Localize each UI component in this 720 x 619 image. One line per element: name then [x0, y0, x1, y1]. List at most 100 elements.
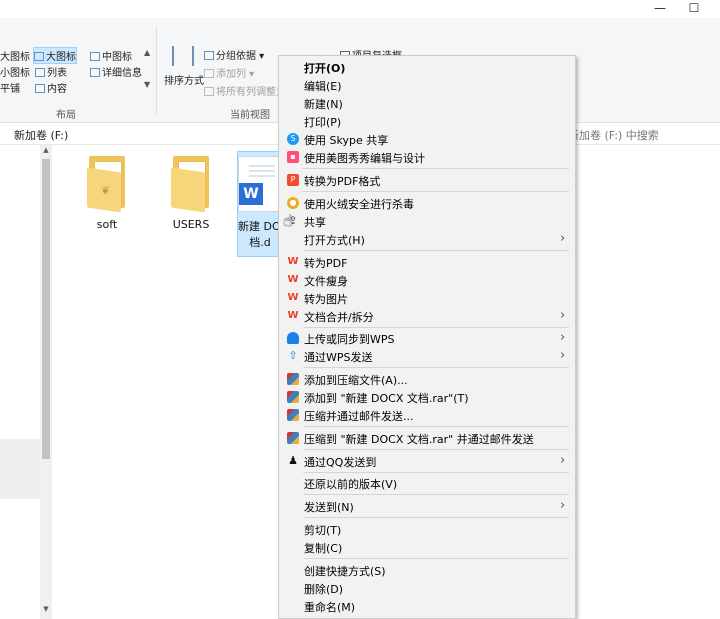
chevron-right-icon: ›: [560, 453, 566, 468]
menu-add-to-rar[interactable]: 添加到 "新建 DOCX 文档.rar"(T): [279, 388, 575, 406]
file-item-new-docx[interactable]: W 新建 DOC 档.d: [237, 151, 283, 257]
menu-separator: [303, 250, 569, 251]
menu-convert-pdf-format[interactable]: P 转换为PDF格式: [279, 171, 575, 189]
menu-wps-to-pdf[interactable]: W 转为PDF: [279, 253, 575, 271]
layout-details[interactable]: 详细信息: [90, 64, 142, 79]
menu-share[interactable]: ⇪ 共享: [279, 212, 575, 230]
content-icon: [35, 84, 45, 93]
winrar-icon: [287, 432, 299, 444]
wps-icon: W: [287, 256, 299, 267]
meitu-icon: ▪: [287, 151, 299, 163]
add-column-button[interactable]: 添加列 ▾: [204, 65, 254, 80]
wps-icon: W: [287, 292, 299, 303]
qq-icon: ♟: [288, 454, 298, 467]
menu-create-shortcut[interactable]: 创建快捷方式(S): [279, 561, 575, 579]
scroll-thumb[interactable]: [42, 159, 50, 459]
mouse-pointer-icon: ☝: [283, 211, 293, 230]
skype-icon: S: [287, 133, 299, 145]
winrar-icon: [287, 391, 299, 403]
file-name-line2: 档.d: [249, 236, 271, 249]
folder-icon: ❦: [87, 156, 127, 213]
file-name-line1: 新建 DOC: [238, 220, 282, 233]
menu-delete[interactable]: 删除(D): [279, 579, 575, 597]
add-column-icon: [204, 69, 214, 78]
menu-separator: [303, 494, 569, 495]
menu-huorong-scan[interactable]: ● 使用火绒安全进行杀毒: [279, 194, 575, 212]
file-item-users[interactable]: USERS: [156, 152, 226, 231]
group-by-button[interactable]: 分组依据 ▾: [204, 47, 264, 62]
menu-compress-email[interactable]: 压缩并通过邮件发送...: [279, 406, 575, 424]
fit-columns-button[interactable]: 将所有列调整为: [204, 83, 286, 98]
scroll-up-icon[interactable]: ▲: [42, 146, 50, 154]
menu-separator: [303, 517, 569, 518]
layout-scroll-up-icon[interactable]: ▲: [144, 48, 150, 57]
menu-separator: [303, 168, 569, 169]
menu-separator: [303, 191, 569, 192]
layout-small-icons[interactable]: 小图标: [0, 64, 30, 79]
menu-separator: [303, 327, 569, 328]
address-path: 新加卷 (F:): [14, 129, 69, 142]
fit-columns-icon: [204, 87, 214, 96]
wps-icon: W: [287, 274, 299, 285]
group-by-icon: [204, 51, 214, 60]
medium-icons-icon: [90, 52, 100, 61]
menu-rename[interactable]: 重命名(M): [279, 597, 575, 615]
word-document-icon: W: [238, 156, 282, 212]
menu-wps-send[interactable]: ⇧ 通过WPS发送 ›: [279, 347, 575, 365]
layout-large-icons[interactable]: 大图标: [33, 47, 77, 64]
chevron-right-icon: ›: [560, 330, 566, 345]
wps-icon: W: [287, 310, 299, 321]
menu-cut[interactable]: 剪切(T): [279, 520, 575, 538]
menu-meitu-edit[interactable]: ▪ 使用美图秀秀编辑与设计: [279, 148, 575, 166]
menu-add-to-archive[interactable]: 添加到压缩文件(A)...: [279, 370, 575, 388]
send-icon: ⇧: [288, 349, 298, 362]
huorong-icon: ●: [287, 197, 299, 209]
chevron-right-icon: ›: [560, 231, 566, 246]
layout-group-label: 布局: [56, 110, 76, 121]
menu-print[interactable]: 打印(P): [279, 112, 575, 130]
menu-new[interactable]: 新建(N): [279, 94, 575, 112]
cloud-icon: [287, 332, 299, 344]
layout-expand-icon[interactable]: ▼: [144, 80, 150, 89]
menu-restore-versions[interactable]: 还原以前的版本(V): [279, 474, 575, 492]
minimize-button[interactable]: —: [645, 0, 675, 18]
winrar-icon: [287, 373, 299, 385]
winrar-icon: [287, 409, 299, 421]
menu-wps-slim[interactable]: W 文件瘦身: [279, 271, 575, 289]
sort-by-button[interactable]: 排序方式: [164, 72, 204, 87]
layout-extra-large-icons[interactable]: 大图标: [0, 48, 30, 63]
large-icons-icon: [34, 52, 44, 61]
scroll-down-icon[interactable]: ▼: [42, 605, 50, 613]
menu-open[interactable]: 打开(O): [279, 58, 575, 76]
menu-wps-upload-sync[interactable]: 上传或同步到WPS ›: [279, 329, 575, 347]
menu-send-to[interactable]: 发送到(N) ›: [279, 497, 575, 515]
current-view-group-label: 当前视图: [230, 110, 270, 121]
menu-qq-send[interactable]: ♟ 通过QQ发送到 ›: [279, 452, 575, 470]
layout-tiles[interactable]: 平铺: [0, 80, 20, 95]
file-name: USERS: [172, 218, 210, 231]
sort-icon: [172, 46, 194, 66]
menu-edit[interactable]: 编辑(E): [279, 76, 575, 94]
chevron-right-icon: ›: [560, 498, 566, 513]
search-input[interactable]: 新加卷 (F:) 中搜索: [568, 127, 659, 143]
pdf-convert-icon: P: [287, 174, 299, 186]
file-item-soft[interactable]: ❦ soft: [72, 152, 142, 231]
nav-selected-item: [0, 439, 40, 499]
maximize-button[interactable]: ☐: [679, 0, 709, 18]
menu-compress-rar-email[interactable]: 压缩到 "新建 DOCX 文档.rar" 并通过邮件发送: [279, 429, 575, 447]
ribbon-divider: [156, 26, 157, 114]
layout-list[interactable]: 列表: [35, 64, 67, 79]
layout-content[interactable]: 内容: [35, 80, 67, 95]
navigation-pane[interactable]: [0, 145, 42, 619]
menu-open-with[interactable]: 打开方式(H) ›: [279, 230, 575, 248]
chevron-right-icon: ›: [560, 348, 566, 363]
chevron-right-icon: ›: [560, 308, 566, 323]
layout-medium-icons[interactable]: 中图标: [90, 48, 132, 63]
menu-separator: [303, 367, 569, 368]
menu-separator: [303, 472, 569, 473]
menu-wps-merge-split[interactable]: W 文档合并/拆分 ›: [279, 307, 575, 325]
menu-copy[interactable]: 复制(C): [279, 538, 575, 556]
menu-skype-share[interactable]: S 使用 Skype 共享: [279, 130, 575, 148]
nav-scrollbar[interactable]: ▲ ▼: [40, 145, 52, 619]
menu-wps-to-image[interactable]: W 转为图片: [279, 289, 575, 307]
